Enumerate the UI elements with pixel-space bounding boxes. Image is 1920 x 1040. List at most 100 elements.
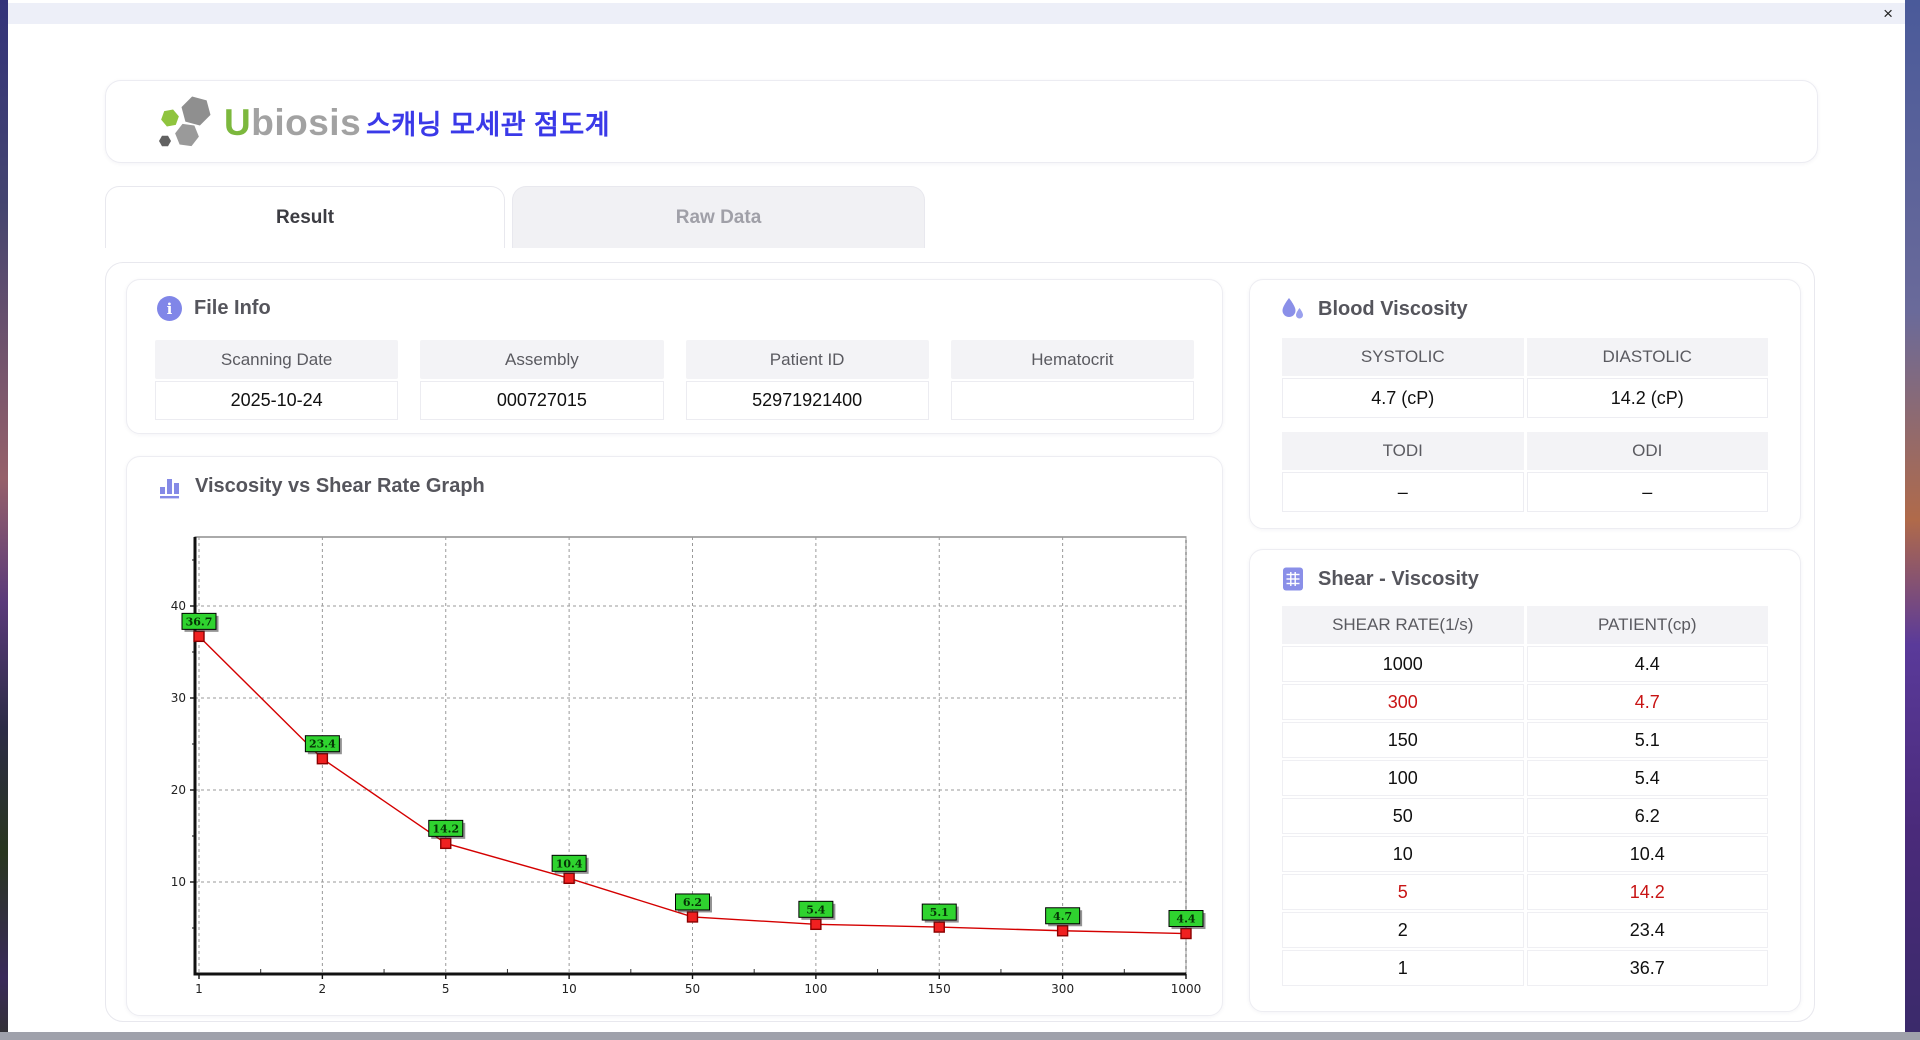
sv-header-row: SHEAR RATE(1/s) PATIENT(cp) xyxy=(1282,606,1768,644)
sv-cell-rate: 50 xyxy=(1282,798,1524,834)
sv-cell-rate: 150 xyxy=(1282,722,1524,758)
file-info-card: i File Info Scanning Date 2025-10-24 Assem… xyxy=(126,279,1223,434)
svg-text:5.4: 5.4 xyxy=(806,903,825,916)
bv-header-cell: ODI xyxy=(1526,432,1768,470)
file-info-header: Patient ID xyxy=(685,340,929,379)
bv-value-cell: 14.2 (cP) xyxy=(1526,378,1768,418)
table-row: 1000 4.4 xyxy=(1282,646,1768,682)
header-card: Ubiosis 스캐닝 모세관 점도계 xyxy=(105,80,1818,163)
sv-cell-rate: 300 xyxy=(1282,684,1524,720)
svg-text:10: 10 xyxy=(171,875,186,889)
table-row: 2 23.4 xyxy=(1282,912,1768,948)
bv-value-cell: – xyxy=(1526,472,1768,512)
file-info-grid: Scanning Date 2025-10-24 Assembly 000727015… xyxy=(155,340,1194,420)
svg-text:1000: 1000 xyxy=(1171,982,1202,996)
table-row: 5 14.2 xyxy=(1282,874,1768,910)
bv-header-cell: SYSTOLIC xyxy=(1282,338,1524,376)
svg-text:40: 40 xyxy=(171,599,186,613)
desktop-edge-right xyxy=(1905,0,1920,1040)
file-info-title-row: i File Info xyxy=(157,296,271,321)
info-icon: i xyxy=(157,296,182,321)
blood-viscosity-table: SYSTOLIC DIASTOLIC 4.7 (cP) 14.2 (cP) TODI OD… xyxy=(1282,338,1768,514)
svg-text:14.2: 14.2 xyxy=(432,822,459,835)
svg-text:10.4: 10.4 xyxy=(556,857,583,870)
svg-text:2: 2 xyxy=(319,982,327,996)
blood-viscosity-title-row: Blood Viscosity xyxy=(1280,296,1468,322)
sv-cell-value: 4.4 xyxy=(1526,646,1768,682)
file-info-title: File Info xyxy=(194,297,271,319)
file-info-column: Assembly 000727015 xyxy=(420,340,664,420)
bv-header-cell: DIASTOLIC xyxy=(1526,338,1768,376)
tab-raw-data[interactable]: Raw Data xyxy=(512,186,925,248)
bv-value-cell: 4.7 (cP) xyxy=(1282,378,1524,418)
desktop-edge-bottom xyxy=(0,1032,1920,1040)
blood-viscosity-title: Blood Viscosity xyxy=(1318,297,1468,320)
app-title: 스캐닝 모세관 점도계 xyxy=(366,110,611,140)
table-row: 100 5.4 xyxy=(1282,760,1768,796)
svg-text:4.4: 4.4 xyxy=(1176,913,1195,926)
svg-text:150: 150 xyxy=(928,982,951,996)
app-window: × Ubiosis 스캐닝 모세관 점도계 Result Raw Data i … xyxy=(8,0,1905,1032)
ubiosis-logo: Ubiosis xyxy=(154,92,361,154)
shear-viscosity-table: SHEAR RATE(1/s) PATIENT(cp) 1000 4.4 300 4.7 1… xyxy=(1282,606,1768,988)
svg-text:10: 10 xyxy=(561,982,576,996)
sv-cell-value: 6.2 xyxy=(1526,798,1768,834)
svg-text:4.7: 4.7 xyxy=(1053,910,1072,923)
svg-text:6.2: 6.2 xyxy=(683,896,702,909)
file-info-column: Hematocrit xyxy=(950,340,1194,420)
shear-viscosity-title-row: Shear - Viscosity xyxy=(1280,566,1479,592)
sv-cell-value: 5.1 xyxy=(1526,722,1768,758)
blood-viscosity-card: Blood Viscosity SYSTOLIC DIASTOLIC 4.7 (cP… xyxy=(1249,279,1801,529)
svg-text:36.7: 36.7 xyxy=(186,615,213,628)
table-row: 50 6.2 xyxy=(1282,798,1768,834)
bv-spacer xyxy=(1282,420,1768,432)
file-info-header: Hematocrit xyxy=(950,340,1194,379)
sv-cell-rate: 1000 xyxy=(1282,646,1524,682)
file-info-value xyxy=(950,381,1194,420)
file-info-column: Scanning Date 2025-10-24 xyxy=(155,340,399,420)
window-titlebar: × xyxy=(8,3,1905,24)
file-info-column: Patient ID 52971921400 xyxy=(685,340,929,420)
sv-cell-rate: 10 xyxy=(1282,836,1524,872)
sv-cell-value: 14.2 xyxy=(1526,874,1768,910)
file-info-value: 52971921400 xyxy=(685,381,929,420)
droplets-icon xyxy=(1282,298,1303,319)
shear-viscosity-card: Shear - Viscosity SHEAR RATE(1/s) PATIENT… xyxy=(1249,549,1801,1012)
table-row: 10 10.4 xyxy=(1282,836,1768,872)
close-button[interactable]: × xyxy=(1883,3,1893,24)
svg-text:50: 50 xyxy=(685,982,700,996)
sv-cell-value: 23.4 xyxy=(1526,912,1768,948)
table-row: 150 5.1 xyxy=(1282,722,1768,758)
file-info-header: Assembly xyxy=(420,340,664,379)
bv-value-row: 4.7 (cP) 14.2 (cP) xyxy=(1282,378,1768,418)
viscosity-graph-card: Viscosity vs Shear Rate Graph 10 20 30 40 1 2… xyxy=(126,456,1223,1016)
sv-cell-value: 4.7 xyxy=(1526,684,1768,720)
sv-header-cell: PATIENT(cp) xyxy=(1526,606,1768,644)
sv-cell-value: 5.4 xyxy=(1526,760,1768,796)
svg-text:5.1: 5.1 xyxy=(930,906,949,919)
desktop-edge-left xyxy=(0,0,8,1040)
shear-viscosity-title: Shear - Viscosity xyxy=(1318,567,1479,590)
table-icon xyxy=(1283,567,1303,591)
sv-cell-value: 10.4 xyxy=(1526,836,1768,872)
sv-header-cell: SHEAR RATE(1/s) xyxy=(1282,606,1524,644)
tab-result[interactable]: Result xyxy=(105,186,505,248)
sv-cell-rate: 100 xyxy=(1282,760,1524,796)
ubiosis-logo-icon xyxy=(159,96,211,147)
bv-value-cell: – xyxy=(1282,472,1524,512)
file-info-value: 000727015 xyxy=(420,381,664,420)
table-row: 300 4.7 xyxy=(1282,684,1768,720)
svg-text:100: 100 xyxy=(804,982,827,996)
svg-text:20: 20 xyxy=(171,783,186,797)
svg-text:300: 300 xyxy=(1051,982,1074,996)
bv-header-row: SYSTOLIC DIASTOLIC xyxy=(1282,338,1768,376)
sv-cell-rate: 1 xyxy=(1282,950,1524,986)
svg-text:5: 5 xyxy=(442,982,450,996)
sv-cell-value: 36.7 xyxy=(1526,950,1768,986)
bv-header-row: TODI ODI xyxy=(1282,432,1768,470)
table-row: 1 36.7 xyxy=(1282,950,1768,986)
logo-wordmark: Ubiosis xyxy=(224,102,362,143)
sv-cell-rate: 2 xyxy=(1282,912,1524,948)
sv-cell-rate: 5 xyxy=(1282,874,1524,910)
viscosity-chart: 10 20 30 40 1 2 5 10 50 100 150 300 1000 36.7 23.4 14.2… xyxy=(171,536,1206,996)
